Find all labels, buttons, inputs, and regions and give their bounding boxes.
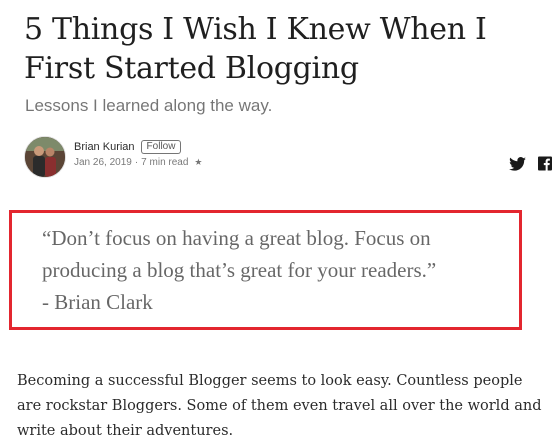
member-star-icon: ★ xyxy=(194,157,203,167)
article-title: 5 Things I Wish I Knew When I First Star… xyxy=(24,12,487,86)
article-subtitle: Lessons I learned along the way. xyxy=(25,96,273,115)
facebook-icon[interactable] xyxy=(538,156,552,176)
read-time: 7 min read xyxy=(141,157,189,168)
article-meta: Jan 26, 2019 · 7 min read ★ xyxy=(74,157,203,168)
publish-date: Jan 26, 2019 xyxy=(74,157,132,168)
social-share xyxy=(509,156,552,176)
pull-quote: “Don’t focus on having a great blog. Foc… xyxy=(42,222,517,318)
author-byline: Brian Kurian Follow Jan 26, 2019 · 7 min… xyxy=(24,136,552,180)
highlighted-quote: “Don’t focus on having a great blog. Foc… xyxy=(9,210,522,330)
author-name-link[interactable]: Brian Kurian xyxy=(74,141,135,153)
meta-separator: · xyxy=(134,157,139,168)
author-avatar[interactable] xyxy=(24,136,66,178)
quote-text: “Don’t focus on having a great blog. Foc… xyxy=(42,226,437,282)
follow-button[interactable]: Follow xyxy=(140,140,182,154)
quote-attribution: - Brian Clark xyxy=(42,290,153,314)
twitter-icon[interactable] xyxy=(509,156,526,176)
article-paragraph: Becoming a successful Blogger seems to l… xyxy=(17,373,542,439)
